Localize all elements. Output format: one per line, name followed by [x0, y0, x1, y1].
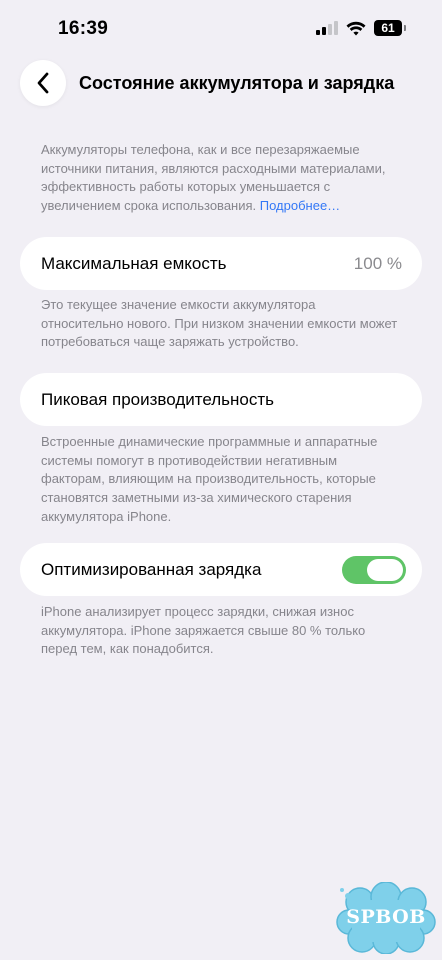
status-time: 16:39 [58, 18, 109, 39]
max-capacity-label: Максимальная емкость [41, 253, 227, 273]
peak-performance-description: Встроенные динамические программные и ап… [41, 434, 378, 524]
intro-description: Аккумуляторы телефона, как и все перезар… [41, 141, 401, 216]
learn-more-link[interactable]: Подробнее… [260, 198, 340, 213]
chevron-left-icon [37, 72, 49, 94]
optimized-charging-label: Оптимизированная зарядка [41, 559, 262, 579]
spbob-watermark-logo: SPBOB [336, 881, 436, 955]
max-capacity-description: Это текущее значение емкости аккумулятор… [41, 297, 398, 350]
max-capacity-row: Максимальная емкость 100 % [20, 237, 422, 290]
optimized-charging-toggle[interactable] [342, 555, 406, 584]
optimized-charging-description: iPhone анализирует процесс зарядки, сниж… [41, 604, 366, 657]
watermark-text: SPBOB [346, 906, 426, 928]
toggle-knob [367, 558, 403, 581]
back-button[interactable] [20, 60, 66, 106]
optimized-charging-row: Оптимизированная зарядка [20, 543, 422, 596]
wifi-icon [346, 21, 366, 35]
status-icons: 61 [316, 20, 406, 36]
peak-performance-label: Пиковая производительность [41, 389, 275, 409]
peak-performance-row: Пиковая производительность [20, 373, 422, 426]
status-bar: 16:39 61 [0, 0, 442, 58]
battery-icon: 61 [374, 20, 406, 36]
cellular-signal-icon [316, 21, 338, 35]
navigation-bar: Состояние аккумулятора и зарядка [20, 60, 422, 108]
max-capacity-value: 100 % [353, 253, 402, 273]
page-title: Состояние аккумулятора и зарядка [79, 73, 395, 93]
